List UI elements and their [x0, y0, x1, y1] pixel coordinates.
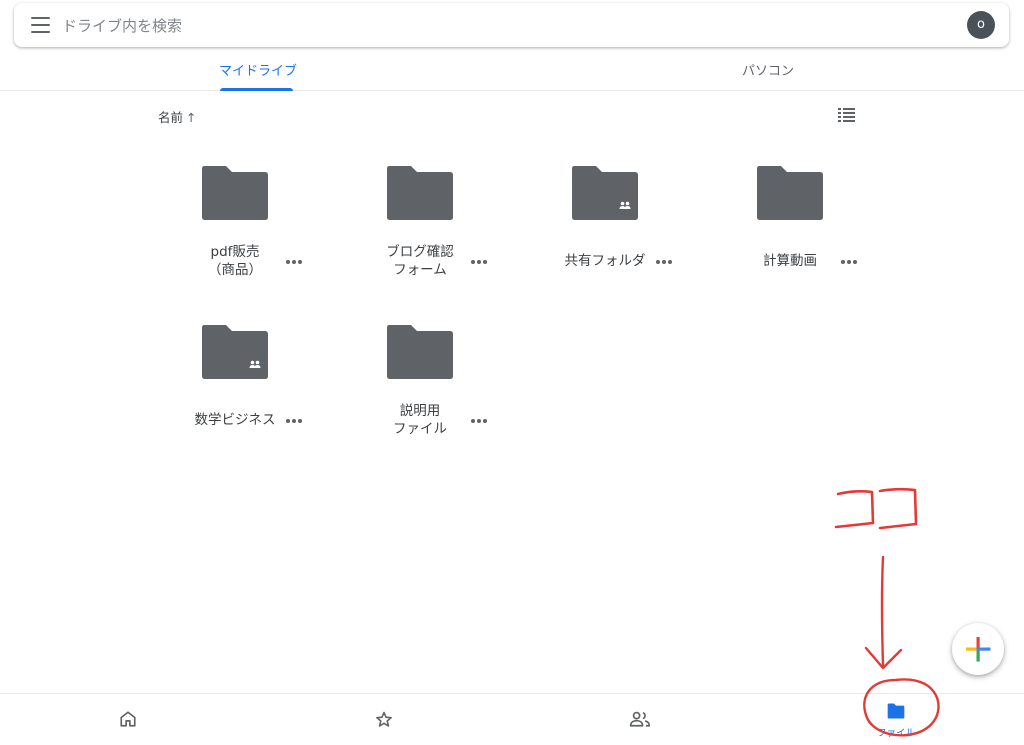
- folder-name-line: ファイル: [393, 421, 447, 437]
- folder-item[interactable]: 計算動画: [705, 166, 875, 296]
- annotation-koko: [834, 487, 918, 530]
- folder-name-line: pdf販売: [210, 244, 260, 260]
- folder-name[interactable]: 共有フォルダ: [550, 252, 660, 270]
- menu-icon[interactable]: [31, 17, 50, 33]
- folder-icon[interactable]: [201, 166, 269, 222]
- folder-icon[interactable]: [756, 166, 824, 222]
- search-bar[interactable]: ドライブ内を検索 o: [14, 3, 1009, 47]
- nav-starred[interactable]: [354, 694, 414, 745]
- annotation-text: ココ: [0, 0, 2, 1]
- tab-my-drive[interactable]: マイドライブ: [219, 60, 297, 79]
- more-options-icon[interactable]: [286, 255, 306, 269]
- folder-name-line: 共有フォルダ: [564, 253, 646, 269]
- account-avatar[interactable]: o: [967, 11, 995, 39]
- tab-computers[interactable]: パソコン: [742, 60, 794, 79]
- sort-label: 名前: [158, 110, 184, 125]
- folder-icon[interactable]: [571, 166, 639, 222]
- nav-shared[interactable]: [610, 694, 670, 745]
- list-view-icon[interactable]: [838, 108, 855, 123]
- nav-files[interactable]: ファイル: [866, 694, 926, 745]
- folder-name[interactable]: 数学ビジネス: [180, 411, 290, 429]
- folder-item[interactable]: ブログ確認 フォーム: [335, 166, 505, 296]
- folder-item[interactable]: 共有フォルダ: [520, 166, 690, 296]
- folder-name[interactable]: ブログ確認 フォーム: [365, 243, 475, 279]
- more-options-icon[interactable]: [656, 255, 676, 269]
- tab-bar: マイドライブ パソコン: [0, 52, 1024, 91]
- folder-name-line: フォーム: [393, 262, 447, 278]
- more-options-icon[interactable]: [471, 255, 491, 269]
- sort-ascending-icon: ↑: [186, 110, 197, 125]
- folder-name-line: 説明用: [399, 403, 441, 419]
- annotation-arrow: [864, 555, 903, 670]
- folder-icon[interactable]: [201, 325, 269, 381]
- home-icon: [120, 711, 136, 727]
- plus-icon: [966, 637, 991, 662]
- folder-name-line: ブログ確認: [386, 244, 454, 260]
- folder-name-line: （商品）: [208, 262, 262, 278]
- more-options-icon[interactable]: [841, 255, 861, 269]
- more-options-icon[interactable]: [286, 414, 306, 428]
- bottom-navigation: ファイル: [0, 693, 1024, 745]
- folder-item[interactable]: pdf販売 （商品）: [150, 166, 320, 296]
- folder-icon[interactable]: [386, 166, 454, 222]
- nav-home[interactable]: [98, 694, 158, 745]
- folder-item[interactable]: 数学ビジネス: [150, 325, 320, 455]
- sort-by-name-button[interactable]: 名前 ↑: [158, 107, 197, 126]
- nav-files-label: ファイル: [876, 728, 915, 739]
- folder-item[interactable]: 説明用 ファイル: [335, 325, 505, 455]
- folder-name-line: 数学ビジネス: [194, 412, 276, 428]
- folder-name[interactable]: 計算動画: [735, 252, 845, 270]
- shared-people-icon: [629, 711, 651, 727]
- folder-name-line: 計算動画: [763, 253, 817, 269]
- folder-name[interactable]: 説明用 ファイル: [365, 402, 475, 438]
- star-icon: [376, 711, 392, 727]
- search-input[interactable]: ドライブ内を検索: [62, 15, 182, 36]
- folder-icon: [887, 703, 905, 719]
- more-options-icon[interactable]: [471, 414, 491, 428]
- active-tab-indicator: [220, 88, 293, 91]
- folder-icon[interactable]: [386, 325, 454, 381]
- new-button[interactable]: [952, 623, 1004, 675]
- folder-name[interactable]: pdf販売 （商品）: [180, 243, 290, 279]
